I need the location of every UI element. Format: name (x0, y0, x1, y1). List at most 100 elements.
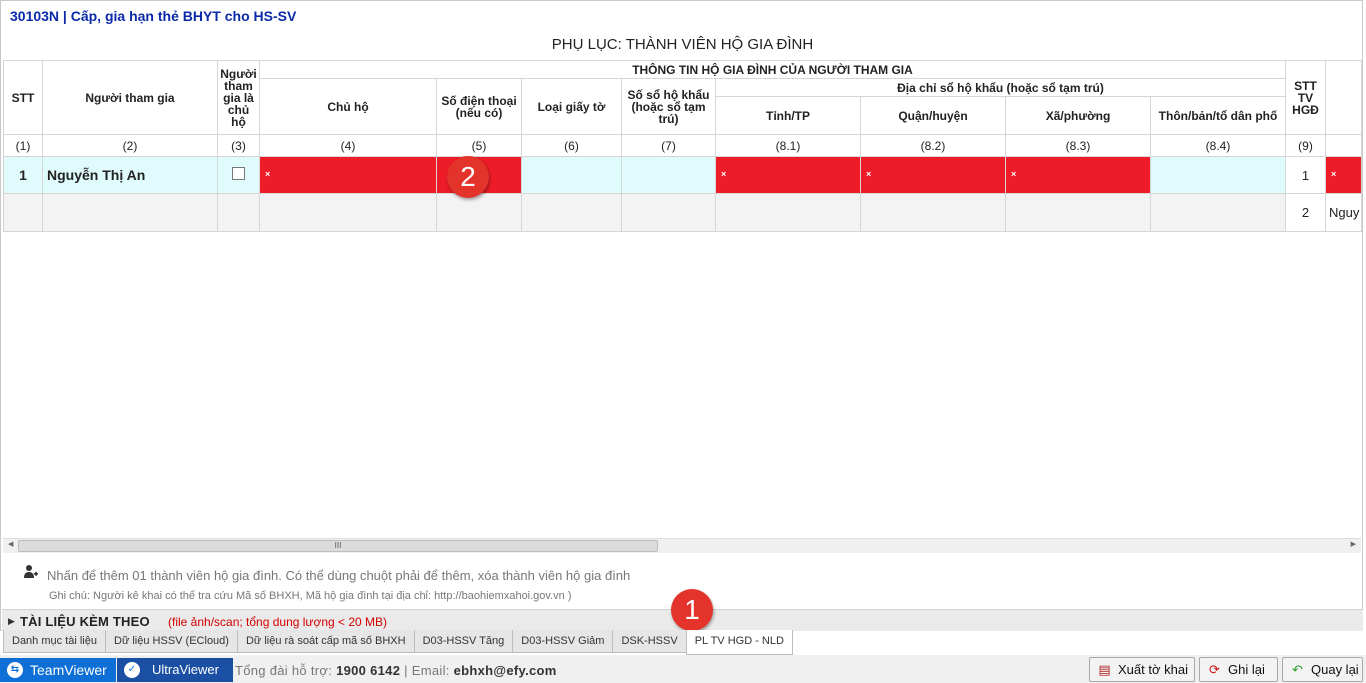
back-icon: ↶ (1292, 662, 1303, 677)
ward-cell[interactable] (1005, 193, 1151, 232)
province-cell-error[interactable]: × (715, 156, 861, 194)
district-cell-error[interactable]: × (860, 156, 1006, 194)
teamviewer-button[interactable]: ⇆ TeamViewer (0, 658, 116, 682)
col-number: (6) (521, 134, 622, 157)
app-window: 30103N | Cấp, gia hạn thẻ BHYT cho HS-SV… (0, 0, 1366, 683)
col-number: (7) (621, 134, 716, 157)
village-cell[interactable] (1150, 156, 1286, 194)
tab-d03-hssv-giam[interactable]: D03-HSSV Giảm (512, 630, 614, 653)
tab-dsk-hssv[interactable]: DSK-HSSV (612, 630, 687, 653)
export-button[interactable]: ▤ Xuất tờ khai (1089, 657, 1195, 682)
note-text: Ghi chú: Người kê khai có thể tra cứu Mã… (49, 590, 572, 602)
attachments-label[interactable]: TÀI LIỆU KÈM THEO (20, 614, 150, 629)
household-table: STT Người tham gia Người tham gia là chủ… (3, 60, 1362, 232)
status-bar: ⇆ TeamViewer ✓ UltraViewer Tổng đài hỗ t… (0, 655, 1366, 683)
phone-cell[interactable] (436, 193, 522, 232)
overflow-name-cell[interactable]: Nguy (1325, 193, 1362, 232)
email-address: ebhxh@efy.com (453, 663, 557, 678)
col-number: (1) (3, 134, 43, 157)
save-button[interactable]: ⟳ Ghi lại (1199, 657, 1278, 682)
tab-du-lieu-ra-soat[interactable]: Dữ liệu rà soát cấp mã số BHXH (236, 630, 415, 653)
overflow-cell-error[interactable]: × (1325, 156, 1362, 194)
col-district: Quận/huyện (860, 96, 1006, 135)
col-overflow (1325, 60, 1362, 135)
ultraviewer-button[interactable]: ✓ UltraViewer (117, 658, 233, 682)
col-number: (4) (259, 134, 437, 157)
error-icon: × (265, 169, 271, 179)
book-no-cell[interactable] (621, 193, 716, 232)
col-book-no: Số sổ hộ khẩu (hoặc sổ tạm trú) (621, 78, 716, 135)
doc-type-cell[interactable] (521, 193, 622, 232)
add-user-icon (23, 564, 39, 583)
scroll-left-icon[interactable]: ◀ (8, 540, 13, 548)
tab-danh-muc-tai-lieu[interactable]: Danh mục tài liệu (3, 630, 106, 653)
save-icon: ⟳ (1209, 662, 1220, 677)
col-number: (8.1) (715, 134, 861, 157)
save-label: Ghi lại (1228, 662, 1265, 677)
head-cell-error[interactable]: × (259, 156, 437, 194)
member-stt-cell: 2 (1285, 193, 1326, 232)
teamviewer-label: TeamViewer (30, 662, 107, 678)
support-info: Tổng đài hỗ trợ: 1900 6142 | Email: ebhx… (235, 663, 557, 678)
head-cell[interactable] (259, 193, 437, 232)
col-province: Tỉnh/TP (715, 96, 861, 135)
row-stt (3, 193, 43, 232)
col-number: (2) (42, 134, 218, 157)
col-number (1325, 134, 1362, 157)
expand-icon[interactable]: ▶ (8, 616, 15, 627)
group-header: THÔNG TIN HỘ GIA ĐÌNH CỦA NGƯỜI THAM GIA (259, 60, 1286, 79)
error-icon: × (866, 169, 872, 179)
col-stt-member: STT TV HGĐ (1285, 60, 1326, 135)
village-cell[interactable] (1150, 193, 1286, 232)
row-participant-name[interactable]: Nguyễn Thị An (42, 156, 218, 194)
window-title: 30103N | Cấp, gia hạn thẻ BHYT cho HS-SV (10, 8, 297, 24)
col-village: Thôn/bản/tổ dân phố (1150, 96, 1286, 135)
page-heading: PHỤ LỤC: THÀNH VIÊN HỘ GIA ĐÌNH (551, 36, 814, 53)
col-is-head: Người tham gia là chủ hộ (217, 60, 260, 135)
row-participant-name[interactable] (42, 193, 218, 232)
col-stt: STT (3, 60, 43, 135)
col-number: (8.4) (1150, 134, 1286, 157)
tab-du-lieu-hssv-ecloud[interactable]: Dữ liệu HSSV (ECloud) (105, 630, 238, 653)
is-head-cell[interactable] (217, 193, 260, 232)
add-member-link[interactable]: Nhấn để thêm 01 thành viên hộ gia đình. … (23, 564, 630, 583)
col-number: (9) (1285, 134, 1326, 157)
horizontal-scrollbar[interactable]: ◀ III ▶ (3, 538, 1361, 553)
tab-pl-tv-hgd-nld[interactable]: PL TV HGD - NLD (685, 630, 793, 655)
table-row[interactable]: 1 Nguyễn Thị An × × × × 1 × (3, 156, 1362, 194)
scroll-thumb[interactable]: III (18, 540, 658, 552)
col-number: (8.2) (860, 134, 1006, 157)
col-phone: Số điện thoại (nếu có) (436, 78, 522, 135)
export-label: Xuất tờ khai (1118, 662, 1188, 677)
district-cell[interactable] (860, 193, 1006, 232)
export-icon: ▤ (1098, 662, 1111, 677)
row-stt: 1 (3, 156, 43, 194)
col-number: (3) (217, 134, 260, 157)
ultraviewer-icon: ✓ (124, 662, 140, 678)
column-number-row: (1) (2) (3) (4) (5) (6) (7) (8.1) (8.2) … (3, 134, 1362, 157)
attachments-hint: (file ảnh/scan; tổng dung lượng < 20 MB) (168, 615, 388, 629)
back-button[interactable]: ↶ Quay lại (1282, 657, 1363, 682)
separator: | (404, 663, 412, 678)
error-icon: × (721, 169, 727, 179)
book-no-cell[interactable] (621, 156, 716, 194)
email-label: Email: (411, 663, 450, 678)
is-head-checkbox[interactable] (232, 167, 245, 180)
annotation-badge-1: 1 (671, 589, 713, 631)
form-panel: 30103N | Cấp, gia hạn thẻ BHYT cho HS-SV… (0, 0, 1363, 631)
doc-type-cell[interactable] (521, 156, 622, 194)
ward-cell-error[interactable]: × (1005, 156, 1151, 194)
bottom-tabs: Danh mục tài liệu Dữ liệu HSSV (ECloud) … (3, 630, 793, 655)
col-participant: Người tham gia (42, 60, 218, 135)
is-head-cell[interactable] (217, 156, 260, 194)
ultraviewer-label: UltraViewer (152, 662, 219, 677)
hotline-label: Tổng đài hỗ trợ: (235, 663, 333, 678)
scroll-right-icon[interactable]: ▶ (1351, 540, 1356, 548)
error-icon: × (1331, 169, 1337, 179)
tab-d03-hssv-tang[interactable]: D03-HSSV Tăng (413, 630, 514, 653)
col-ward: Xã/phường (1005, 96, 1151, 135)
add-member-text[interactable]: Nhấn để thêm 01 thành viên hộ gia đình. … (47, 568, 630, 583)
col-number: (8.3) (1005, 134, 1151, 157)
table-row[interactable]: 2 Nguy (3, 193, 1362, 232)
province-cell[interactable] (715, 193, 861, 232)
